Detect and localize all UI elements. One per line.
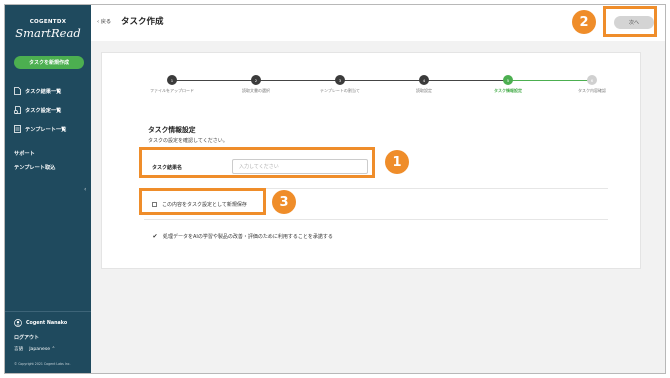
user-profile[interactable]: Cogent Nanako	[14, 319, 67, 327]
highlight-box-save-new	[139, 188, 266, 215]
step-label: タスク内容確認	[578, 88, 606, 93]
section-description: タスクの設定を確認してください。	[148, 138, 228, 144]
annotation-badge-3: 3	[272, 190, 296, 214]
sidebar-item-task-results[interactable]: タスク結果一覧	[14, 87, 61, 95]
step-confirm: 6 タスク内容確認	[552, 75, 632, 94]
sidebar-item-template-import[interactable]: テンプレート取込	[14, 164, 55, 171]
copyright: © Copyright 2021 Cogent Labs Inc.	[14, 362, 71, 366]
step-select-document: 2 読取文書の選択	[216, 75, 296, 94]
highlight-box-next	[603, 6, 657, 37]
annotation-badge-1: 1	[385, 150, 409, 174]
step-number: 3	[335, 75, 345, 85]
brand-logo[interactable]: SmartRead	[5, 26, 91, 40]
data-usage-consent-option[interactable]: ✔ 処理データをAIの学習や製品の改善・評価のために利用することを承諾する	[152, 233, 333, 240]
step-number: 6	[587, 75, 597, 85]
sidebar-item-label: テンプレート一覧	[25, 126, 67, 133]
new-task-button[interactable]: タスクを新規作成	[14, 56, 84, 69]
page-title: タスク作成	[121, 17, 164, 27]
step-label: 読取文書の選択	[242, 88, 270, 93]
brand-company: COGENTDX	[29, 19, 67, 25]
step-label: テンプレートの割当て	[320, 88, 360, 93]
language-selector[interactable]: 言語 Japanese ⌃	[14, 346, 55, 353]
settings-doc-icon	[14, 106, 21, 114]
step-number: 2	[251, 75, 261, 85]
step-label: タスク情報設定	[494, 88, 522, 93]
template-icon	[14, 125, 21, 133]
annotation-badge-2: 2	[572, 10, 596, 34]
divider	[144, 219, 608, 220]
consent-label: 処理データをAIの学習や製品の改善・評価のために利用することを承諾する	[163, 234, 333, 240]
user-avatar-icon	[14, 319, 22, 327]
step-label: ファイルをアップロード	[150, 88, 194, 93]
language-value[interactable]: Japanese ⌃	[29, 347, 55, 352]
logout-link[interactable]: ログアウト	[14, 334, 39, 341]
app-window: COGENTDX SmartRead タスクを新規作成 タスク結果一覧 タスク設…	[4, 4, 666, 374]
sidebar-item-task-settings[interactable]: タスク設定一覧	[14, 106, 61, 114]
section-title: タスク情報設定	[148, 126, 196, 134]
sidebar-item-templates[interactable]: テンプレート一覧	[14, 125, 66, 133]
sidebar-item-label: タスク設定一覧	[25, 107, 62, 114]
sidebar-divider	[5, 311, 91, 312]
language-label: 言語	[14, 347, 24, 352]
step-upload: 1 ファイルをアップロード	[132, 75, 212, 94]
step-number: 1	[167, 75, 177, 85]
collapse-sidebar-icon[interactable]: ‹	[84, 186, 86, 193]
sidebar-item-support[interactable]: サポート	[14, 150, 35, 157]
step-number: 4	[419, 75, 429, 85]
sidebar: COGENTDX SmartRead タスクを新規作成 タスク結果一覧 タスク設…	[5, 5, 91, 373]
user-name: Cogent Nanako	[26, 320, 68, 326]
document-icon	[14, 87, 21, 95]
sidebar-item-label: タスク結果一覧	[25, 88, 62, 95]
back-link[interactable]: ‹ 戻る	[97, 18, 111, 25]
step-task-info: 5 タスク情報設定	[468, 75, 548, 94]
highlight-box-task-name	[139, 147, 375, 178]
step-read-settings: 4 読取設定	[384, 75, 464, 94]
consent-checkbox[interactable]: ✔	[152, 233, 158, 240]
step-number: 5	[503, 75, 513, 85]
step-label: 読取設定	[416, 88, 432, 93]
step-assign-template: 3 テンプレートの割当て	[300, 75, 380, 94]
